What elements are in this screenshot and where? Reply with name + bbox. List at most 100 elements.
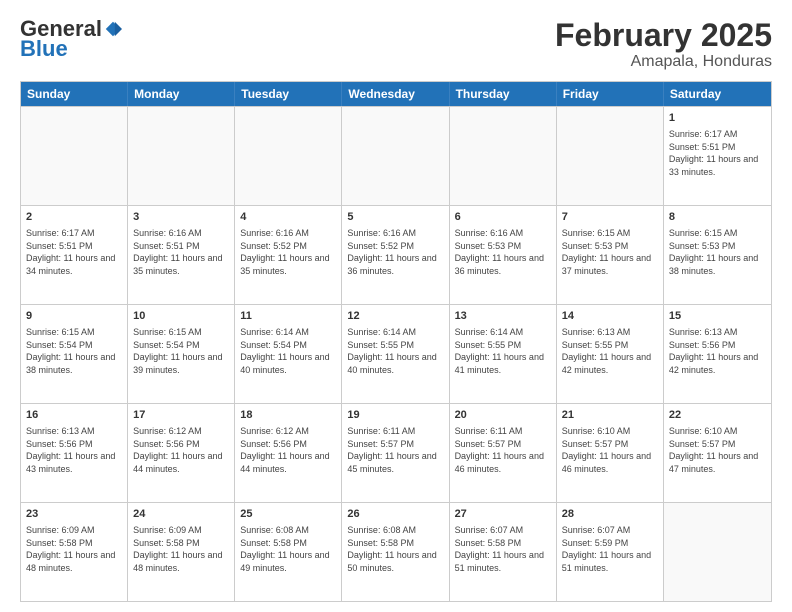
calendar-cell: 10 Sunrise: 6:15 AMSunset: 5:54 PMDayligh… bbox=[128, 305, 235, 403]
cell-info: Sunrise: 6:10 AMSunset: 5:57 PMDaylight:… bbox=[562, 425, 658, 475]
calendar-cell bbox=[557, 107, 664, 205]
calendar-cell: 6 Sunrise: 6:16 AMSunset: 5:53 PMDaylight… bbox=[450, 206, 557, 304]
cell-info: Sunrise: 6:13 AMSunset: 5:55 PMDaylight:… bbox=[562, 326, 658, 376]
calendar-cell bbox=[21, 107, 128, 205]
calendar-day-header: Saturday bbox=[664, 82, 771, 106]
calendar-cell: 9Sunrise: 6:15 AMSunset: 5:54 PMDaylight… bbox=[21, 305, 128, 403]
calendar-row: 9Sunrise: 6:15 AMSunset: 5:54 PMDaylight… bbox=[21, 304, 771, 403]
calendar-day-header: Friday bbox=[557, 82, 664, 106]
day-number: 12 bbox=[347, 309, 443, 324]
cell-info: Sunrise: 6:09 AMSunset: 5:58 PMDaylight:… bbox=[26, 524, 122, 574]
day-number: 20 bbox=[455, 408, 551, 423]
cell-info: Sunrise: 6:13 AMSunset: 5:56 PMDaylight:… bbox=[26, 425, 122, 475]
cell-info: Sunrise: 6:09 AMSunset: 5:58 PMDaylight:… bbox=[133, 524, 229, 574]
calendar-cell bbox=[664, 503, 771, 601]
calendar-cell: 16 Sunrise: 6:13 AMSunset: 5:56 PMDayligh… bbox=[21, 404, 128, 502]
day-number: 1 bbox=[669, 111, 766, 126]
calendar-day-header: Sunday bbox=[21, 82, 128, 106]
day-number: 8 bbox=[669, 210, 766, 225]
cell-info: Sunrise: 6:16 AMSunset: 5:53 PMDaylight:… bbox=[455, 227, 551, 277]
calendar-cell bbox=[450, 107, 557, 205]
cell-info: Sunrise: 6:16 AMSunset: 5:52 PMDaylight:… bbox=[240, 227, 336, 277]
calendar-cell: 11Sunrise: 6:14 AMSunset: 5:54 PMDayligh… bbox=[235, 305, 342, 403]
calendar-cell: 4Sunrise: 6:16 AMSunset: 5:52 PMDaylight… bbox=[235, 206, 342, 304]
cell-info: Sunrise: 6:12 AMSunset: 5:56 PMDaylight:… bbox=[133, 425, 229, 475]
calendar-cell: 23 Sunrise: 6:09 AMSunset: 5:58 PMDayligh… bbox=[21, 503, 128, 601]
calendar-cell: 5Sunrise: 6:16 AMSunset: 5:52 PMDaylight… bbox=[342, 206, 449, 304]
calendar: SundayMondayTuesdayWednesdayThursdayFrid… bbox=[20, 81, 772, 602]
day-number: 14 bbox=[562, 309, 658, 324]
calendar-cell: 1 Sunrise: 6:17 AMSunset: 5:51 PMDaylight… bbox=[664, 107, 771, 205]
calendar-cell: 25Sunrise: 6:08 AMSunset: 5:58 PMDayligh… bbox=[235, 503, 342, 601]
calendar-cell: 19 Sunrise: 6:11 AMSunset: 5:57 PMDayligh… bbox=[342, 404, 449, 502]
day-number: 28 bbox=[562, 507, 658, 522]
cell-info: Sunrise: 6:15 AMSunset: 5:53 PMDaylight:… bbox=[562, 227, 658, 277]
calendar-body: 1 Sunrise: 6:17 AMSunset: 5:51 PMDaylight… bbox=[21, 106, 771, 601]
cell-info: Sunrise: 6:17 AMSunset: 5:51 PMDaylight:… bbox=[669, 128, 766, 178]
calendar-cell bbox=[342, 107, 449, 205]
calendar-cell: 7 Sunrise: 6:15 AMSunset: 5:53 PMDaylight… bbox=[557, 206, 664, 304]
calendar-title: February 2025 bbox=[555, 18, 772, 53]
day-number: 2 bbox=[26, 210, 122, 225]
calendar-cell: 27 Sunrise: 6:07 AMSunset: 5:58 PMDayligh… bbox=[450, 503, 557, 601]
cell-info: Sunrise: 6:08 AMSunset: 5:58 PMDaylight:… bbox=[347, 524, 443, 574]
day-number: 22 bbox=[669, 408, 766, 423]
calendar-day-header: Wednesday bbox=[342, 82, 449, 106]
calendar-cell: 24 Sunrise: 6:09 AMSunset: 5:58 PMDayligh… bbox=[128, 503, 235, 601]
calendar-cell: 21 Sunrise: 6:10 AMSunset: 5:57 PMDayligh… bbox=[557, 404, 664, 502]
day-number: 11 bbox=[240, 309, 336, 324]
calendar-cell: 12 Sunrise: 6:14 AMSunset: 5:55 PMDayligh… bbox=[342, 305, 449, 403]
cell-info: Sunrise: 6:08 AMSunset: 5:58 PMDaylight:… bbox=[240, 524, 336, 574]
calendar-cell: 18 Sunrise: 6:12 AMSunset: 5:56 PMDayligh… bbox=[235, 404, 342, 502]
header: General Blue February 2025 Amapala, Hond… bbox=[20, 18, 772, 71]
calendar-cell: 15 Sunrise: 6:13 AMSunset: 5:56 PMDayligh… bbox=[664, 305, 771, 403]
day-number: 3 bbox=[133, 210, 229, 225]
day-number: 6 bbox=[455, 210, 551, 225]
day-number: 5 bbox=[347, 210, 443, 225]
cell-info: Sunrise: 6:17 AMSunset: 5:51 PMDaylight:… bbox=[26, 227, 122, 277]
cell-info: Sunrise: 6:12 AMSunset: 5:56 PMDaylight:… bbox=[240, 425, 336, 475]
calendar-header: SundayMondayTuesdayWednesdayThursdayFrid… bbox=[21, 82, 771, 106]
day-number: 15 bbox=[669, 309, 766, 324]
day-number: 24 bbox=[133, 507, 229, 522]
calendar-row: 2 Sunrise: 6:17 AMSunset: 5:51 PMDaylight… bbox=[21, 205, 771, 304]
calendar-cell: 26 Sunrise: 6:08 AMSunset: 5:58 PMDayligh… bbox=[342, 503, 449, 601]
calendar-cell: 14 Sunrise: 6:13 AMSunset: 5:55 PMDayligh… bbox=[557, 305, 664, 403]
calendar-cell: 3 Sunrise: 6:16 AMSunset: 5:51 PMDaylight… bbox=[128, 206, 235, 304]
logo: General Blue bbox=[20, 18, 122, 62]
day-number: 10 bbox=[133, 309, 229, 324]
calendar-cell: 22Sunrise: 6:10 AMSunset: 5:57 PMDayligh… bbox=[664, 404, 771, 502]
cell-info: Sunrise: 6:15 AMSunset: 5:54 PMDaylight:… bbox=[133, 326, 229, 376]
cell-info: Sunrise: 6:13 AMSunset: 5:56 PMDaylight:… bbox=[669, 326, 766, 376]
cell-info: Sunrise: 6:15 AMSunset: 5:53 PMDaylight:… bbox=[669, 227, 766, 277]
logo-icon bbox=[104, 20, 122, 38]
day-number: 13 bbox=[455, 309, 551, 324]
cell-info: Sunrise: 6:07 AMSunset: 5:58 PMDaylight:… bbox=[455, 524, 551, 574]
logo-blue-text: Blue bbox=[20, 36, 68, 62]
day-number: 17 bbox=[133, 408, 229, 423]
page: General Blue February 2025 Amapala, Hond… bbox=[0, 0, 792, 612]
cell-info: Sunrise: 6:11 AMSunset: 5:57 PMDaylight:… bbox=[455, 425, 551, 475]
calendar-row: 1 Sunrise: 6:17 AMSunset: 5:51 PMDaylight… bbox=[21, 106, 771, 205]
day-number: 16 bbox=[26, 408, 122, 423]
calendar-cell: 28Sunrise: 6:07 AMSunset: 5:59 PMDayligh… bbox=[557, 503, 664, 601]
day-number: 18 bbox=[240, 408, 336, 423]
calendar-cell: 8 Sunrise: 6:15 AMSunset: 5:53 PMDaylight… bbox=[664, 206, 771, 304]
calendar-row: 16 Sunrise: 6:13 AMSunset: 5:56 PMDayligh… bbox=[21, 403, 771, 502]
day-number: 23 bbox=[26, 507, 122, 522]
calendar-row: 23 Sunrise: 6:09 AMSunset: 5:58 PMDayligh… bbox=[21, 502, 771, 601]
day-number: 27 bbox=[455, 507, 551, 522]
calendar-cell bbox=[128, 107, 235, 205]
day-number: 19 bbox=[347, 408, 443, 423]
calendar-cell: 13Sunrise: 6:14 AMSunset: 5:55 PMDayligh… bbox=[450, 305, 557, 403]
calendar-cell: 20 Sunrise: 6:11 AMSunset: 5:57 PMDayligh… bbox=[450, 404, 557, 502]
calendar-day-header: Thursday bbox=[450, 82, 557, 106]
cell-info: Sunrise: 6:14 AMSunset: 5:55 PMDaylight:… bbox=[347, 326, 443, 376]
calendar-cell bbox=[235, 107, 342, 205]
day-number: 21 bbox=[562, 408, 658, 423]
day-number: 7 bbox=[562, 210, 658, 225]
cell-info: Sunrise: 6:16 AMSunset: 5:51 PMDaylight:… bbox=[133, 227, 229, 277]
day-number: 26 bbox=[347, 507, 443, 522]
cell-info: Sunrise: 6:11 AMSunset: 5:57 PMDaylight:… bbox=[347, 425, 443, 475]
cell-info: Sunrise: 6:15 AMSunset: 5:54 PMDaylight:… bbox=[26, 326, 122, 376]
